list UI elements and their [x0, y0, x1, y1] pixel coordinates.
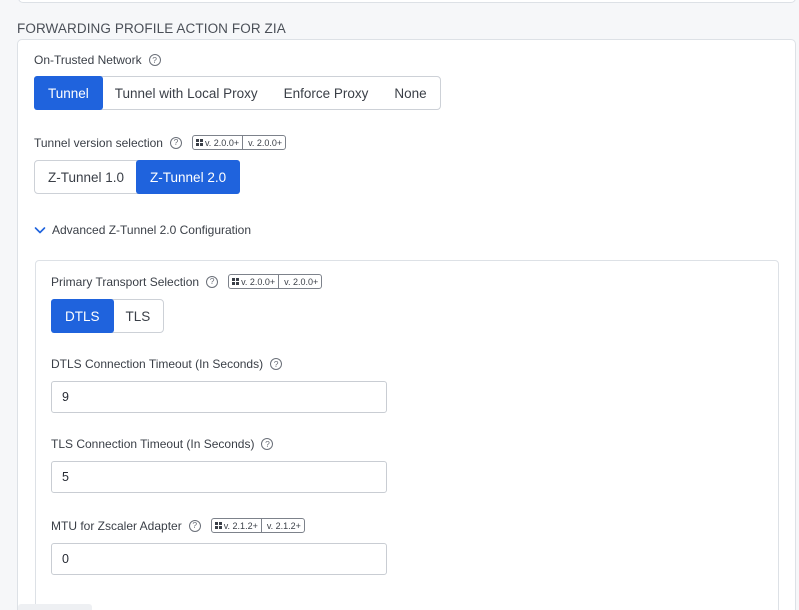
help-icon[interactable]: ?	[261, 438, 274, 450]
option-tunnel-with-local-proxy[interactable]: Tunnel with Local Proxy	[102, 77, 271, 109]
tls-timeout-label-text: TLS Connection Timeout (In Seconds)	[51, 437, 255, 451]
option-enforce-proxy[interactable]: Enforce Proxy	[271, 77, 382, 109]
option-tunnel[interactable]: Tunnel	[34, 76, 103, 110]
option-none[interactable]: None	[381, 77, 439, 109]
help-icon[interactable]: ?	[148, 54, 161, 66]
version-badges: v. 2.1.2+ v. 2.1.2+	[210, 518, 305, 533]
section-title: FORWARDING PROFILE ACTION FOR ZIA	[17, 21, 286, 36]
help-icon[interactable]: ?	[169, 136, 182, 149]
previous-card	[18, 0, 796, 3]
advanced-config-toggle[interactable]: Advanced Z-Tunnel 2.0 Configuration	[34, 223, 251, 237]
apple-version-badge: v. 2.0.0+	[278, 275, 321, 288]
windows-icon	[195, 139, 203, 146]
apple-version-text: v. 2.0.0+	[284, 276, 319, 287]
apple-version-badge: v. 2.1.2+	[260, 519, 304, 532]
version-badges: v. 2.0.0+ v. 2.0.0+	[228, 274, 323, 289]
mtu-label-text: MTU for Zscaler Adapter	[51, 518, 182, 533]
primary-transport-label-text: Primary Transport Selection	[51, 274, 200, 289]
mtu-label: MTU for Zscaler Adapter ? v. 2.1.2+ v. 2…	[51, 518, 305, 533]
windows-version-text: v. 2.1.2+	[223, 520, 258, 531]
tls-timeout-label: TLS Connection Timeout (In Seconds) ?	[51, 437, 274, 451]
option-z-tunnel-1[interactable]: Z-Tunnel 1.0	[35, 161, 137, 193]
apple-version-text: v. 2.0.0+	[248, 137, 283, 148]
option-tls[interactable]: TLS	[113, 300, 164, 332]
chevron-down-icon	[34, 227, 46, 234]
dtls-timeout-label: DTLS Connection Timeout (In Seconds) ?	[51, 357, 283, 371]
windows-version-badge: v. 2.1.2+	[212, 519, 261, 532]
help-icon[interactable]: ?	[270, 358, 283, 370]
mtu-input[interactable]	[51, 543, 387, 575]
option-z-tunnel-2[interactable]: Z-Tunnel 2.0	[136, 160, 241, 194]
dtls-timeout-input[interactable]	[51, 381, 387, 413]
dtls-timeout-label-text: DTLS Connection Timeout (In Seconds)	[51, 357, 264, 371]
apple-version-text: v. 2.1.2+	[266, 520, 301, 531]
help-icon[interactable]: ?	[206, 275, 219, 288]
windows-version-badge: v. 2.0.0+	[193, 136, 242, 149]
version-badges: v. 2.0.0+ v. 2.0.0+	[191, 135, 287, 150]
primary-transport-selector: DTLS TLS	[51, 299, 165, 333]
tunnel-version-label-text: Tunnel version selection	[34, 135, 163, 150]
advanced-config-label: Advanced Z-Tunnel 2.0 Configuration	[52, 223, 252, 237]
tunnel-version-selector: Z-Tunnel 1.0 Z-Tunnel 2.0	[34, 160, 241, 194]
primary-transport-label: Primary Transport Selection ? v. 2.0.0+ …	[51, 274, 323, 289]
tls-timeout-input[interactable]	[51, 461, 387, 493]
apple-version-badge: v. 2.0.0+	[242, 136, 285, 149]
windows-icon	[232, 278, 240, 285]
windows-version-badge: v. 2.0.0+	[229, 275, 278, 288]
windows-version-text: v. 2.0.0+	[241, 276, 276, 287]
windows-version-text: v. 2.0.0+	[204, 137, 240, 148]
footer-button-stub	[18, 604, 92, 610]
help-icon[interactable]: ?	[188, 519, 201, 532]
windows-icon	[214, 522, 222, 529]
on-trusted-network-selector: Tunnel Tunnel with Local Proxy Enforce P…	[34, 76, 441, 110]
option-dtls[interactable]: DTLS	[51, 299, 114, 333]
on-trusted-network-label-text: On-Trusted Network	[34, 53, 142, 67]
on-trusted-network-label: On-Trusted Network ?	[34, 53, 161, 67]
tunnel-version-label: Tunnel version selection ? v. 2.0.0+ v. …	[34, 135, 287, 150]
